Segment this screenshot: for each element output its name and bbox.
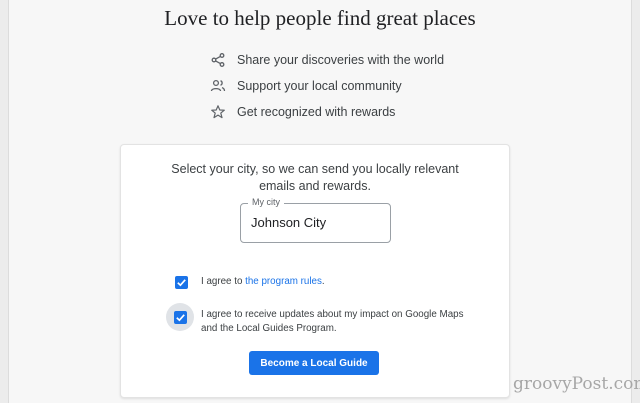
- benefit-label: Share your discoveries with the world: [237, 53, 445, 67]
- city-prompt-line: Select your city, so we can send you loc…: [171, 162, 459, 176]
- people-icon: [210, 79, 226, 92]
- benefit-community: Support your local community: [210, 76, 402, 96]
- city-field-value[interactable]: Johnson City: [251, 215, 326, 230]
- benefit-share: Share your discoveries with the world: [210, 50, 444, 70]
- agree-rules-suffix: .: [321, 276, 325, 287]
- city-prompt-line: emails and rewards.: [259, 179, 371, 193]
- program-rules-checkbox[interactable]: [175, 276, 188, 289]
- updates-agreement-line: and the Local Guides Program.: [201, 323, 337, 334]
- program-rules-link[interactable]: the program rules: [245, 276, 322, 287]
- become-local-guide-button[interactable]: Become a Local Guide: [249, 351, 379, 375]
- watermark: groovyPost.com: [513, 374, 640, 394]
- city-input[interactable]: My city Johnson City: [240, 197, 391, 243]
- updates-agreement-line: I agree to receive updates about my impa…: [201, 309, 464, 320]
- checkmark-icon: [177, 279, 186, 287]
- checkmark-icon: [176, 314, 185, 322]
- benefit-label: Support your local community: [237, 79, 402, 93]
- program-rules-agreement: I agree to the program rules.: [201, 275, 325, 289]
- page-headline: Love to help people find great places: [164, 6, 476, 30]
- star-icon: [211, 105, 225, 119]
- signup-card: Select your city, so we can send you loc…: [120, 144, 510, 398]
- benefit-label: Get recognized with rewards: [237, 105, 396, 119]
- updates-checkbox[interactable]: [174, 311, 187, 324]
- left-frame-edge: [0, 0, 9, 403]
- city-field-label: My city: [248, 197, 284, 207]
- updates-agreement: I agree to receive updates about my impa…: [201, 308, 464, 336]
- right-frame-edge: [631, 0, 640, 403]
- city-prompt: Select your city, so we can send you loc…: [121, 161, 509, 195]
- agree-rules-prefix: I agree to: [201, 276, 246, 287]
- benefit-rewards: Get recognized with rewards: [210, 102, 395, 122]
- share-icon: [211, 53, 225, 67]
